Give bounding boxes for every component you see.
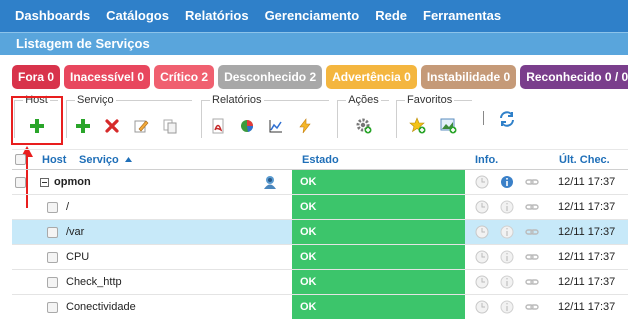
status-cell: OK [292, 170, 465, 194]
nav-rede[interactable]: Rede [367, 0, 415, 32]
status-badges: Fora 0 Inacessível 0 Crítico 2 Desconhecido… [12, 65, 628, 89]
badge-desconhecido[interactable]: Desconhecido 2 [218, 65, 323, 89]
toolbar-relatorios-label: Relatórios [210, 94, 264, 106]
badge-inacessivel[interactable]: Inacessível 0 [64, 65, 151, 89]
page-title: Listagem de Serviços [16, 36, 150, 51]
last-check-time: 12/11 17:37 [558, 276, 616, 288]
toolbar-servico-label: Serviço [75, 94, 116, 106]
refresh-icon[interactable] [498, 110, 516, 131]
add-service-icon[interactable] [72, 115, 94, 137]
status-cell: OK [292, 245, 465, 269]
col-host[interactable]: Host [42, 154, 66, 166]
pdf-report-icon[interactable] [207, 115, 229, 137]
delete-icon[interactable] [101, 115, 123, 137]
nav-ferramentas[interactable]: Ferramentas [415, 0, 509, 32]
info-icon[interactable] [500, 250, 514, 264]
add-favorite-star-icon[interactable] [407, 115, 429, 137]
collapse-icon[interactable] [40, 178, 49, 187]
toolbar-group-acoes: Ações [337, 94, 389, 138]
service-name[interactable]: Check_http [66, 276, 122, 288]
page-title-bar: Listagem de Serviços [0, 32, 628, 55]
pie-chart-icon[interactable] [236, 115, 258, 137]
clock-icon [475, 200, 489, 214]
nav-relatorios[interactable]: Relatórios [177, 0, 257, 32]
link-icon[interactable] [525, 200, 539, 214]
info-icon[interactable] [500, 175, 514, 189]
highlight-box [11, 96, 63, 145]
edit-icon[interactable] [130, 115, 152, 137]
info-icon[interactable] [500, 200, 514, 214]
badge-reconhecido[interactable]: Reconhecido 0 / 0 [520, 65, 628, 89]
col-ult-chec[interactable]: Últ. Chec. [559, 154, 610, 166]
row-checkbox[interactable] [15, 177, 26, 188]
grid-header: Host Serviço Estado Info. Últ. Chec. [12, 149, 628, 170]
info-icon[interactable] [500, 225, 514, 239]
service-name[interactable]: /var [66, 226, 84, 238]
row-checkbox[interactable] [47, 202, 58, 213]
service-row[interactable]: Conectividade OK 12/11 17:37 [12, 295, 628, 319]
toolbar-favoritos-label: Favoritos [405, 94, 455, 106]
toolbar-acoes-label: Ações [346, 94, 381, 106]
last-check-time: 12/11 17:37 [558, 201, 616, 213]
top-nav: Dashboards Catálogos Relatórios Gerencia… [0, 0, 628, 32]
col-estado[interactable]: Estado [302, 154, 339, 166]
sort-asc-icon [125, 157, 132, 162]
toolbar-group-servico: Serviço [66, 94, 192, 138]
status-cell: OK [292, 270, 465, 294]
clock-icon [475, 275, 489, 289]
toolbar-group-favoritos: Favoritos [396, 94, 472, 138]
row-checkbox[interactable] [47, 252, 58, 263]
last-check-time: 12/11 17:37 [558, 251, 616, 263]
link-icon[interactable] [525, 175, 539, 189]
last-check-time: 12/11 17:37 [558, 226, 616, 238]
nav-catalogos[interactable]: Catálogos [98, 0, 177, 32]
last-check-time: 12/11 17:37 [558, 176, 616, 188]
info-icon[interactable] [500, 275, 514, 289]
service-name[interactable]: Conectividade [66, 301, 136, 313]
service-name[interactable]: / [66, 201, 69, 213]
service-row-selected[interactable]: /var OK 12/11 17:37 [12, 220, 628, 245]
badge-fora[interactable]: Fora 0 [12, 65, 61, 89]
copy-icon[interactable] [159, 115, 181, 137]
col-servico[interactable]: Serviço [79, 154, 119, 166]
host-row[interactable]: opmon OK 12/11 17:37 [12, 170, 628, 195]
service-row[interactable]: / OK 12/11 17:37 [12, 195, 628, 220]
status-cell: OK [292, 195, 465, 219]
toolbar-separator [483, 111, 484, 125]
select-all-checkbox[interactable] [15, 154, 26, 165]
gear-icon[interactable] [353, 115, 375, 137]
host-status-icon [264, 176, 276, 189]
col-info[interactable]: Info. [475, 154, 498, 166]
badge-critico[interactable]: Crítico 2 [154, 65, 215, 89]
badge-instabilidade[interactable]: Instabilidade 0 [420, 65, 517, 89]
link-icon[interactable] [525, 250, 539, 264]
last-check-time: 12/11 17:37 [558, 301, 616, 313]
clock-icon [475, 175, 489, 189]
row-checkbox[interactable] [47, 302, 58, 313]
service-row[interactable]: Check_http OK 12/11 17:37 [12, 270, 628, 295]
toolbar: Host Serviço Relatórios Ações Favoritos [0, 94, 628, 142]
status-cell: OK [292, 295, 465, 319]
link-icon[interactable] [525, 300, 539, 314]
status-cell: OK [292, 220, 465, 244]
toolbar-group-relatorios: Relatórios [201, 94, 329, 138]
host-name[interactable]: opmon [54, 176, 91, 188]
line-chart-icon[interactable] [265, 115, 287, 137]
link-icon[interactable] [525, 275, 539, 289]
clock-icon [475, 225, 489, 239]
clock-icon [475, 300, 489, 314]
nav-gerenciamento[interactable]: Gerenciamento [257, 0, 368, 32]
service-row[interactable]: CPU OK 12/11 17:37 [12, 245, 628, 270]
nav-dashboards[interactable]: Dashboards [0, 0, 98, 32]
info-icon[interactable] [500, 300, 514, 314]
badge-advertencia[interactable]: Advertência 0 [326, 65, 417, 89]
lightning-icon[interactable] [294, 115, 316, 137]
service-name[interactable]: CPU [66, 251, 89, 263]
clock-icon [475, 250, 489, 264]
add-favorite-image-icon[interactable] [438, 115, 460, 137]
row-checkbox[interactable] [47, 277, 58, 288]
service-grid: Host Serviço Estado Info. Últ. Chec. opm… [12, 149, 628, 319]
row-checkbox[interactable] [47, 227, 58, 238]
link-icon[interactable] [525, 225, 539, 239]
